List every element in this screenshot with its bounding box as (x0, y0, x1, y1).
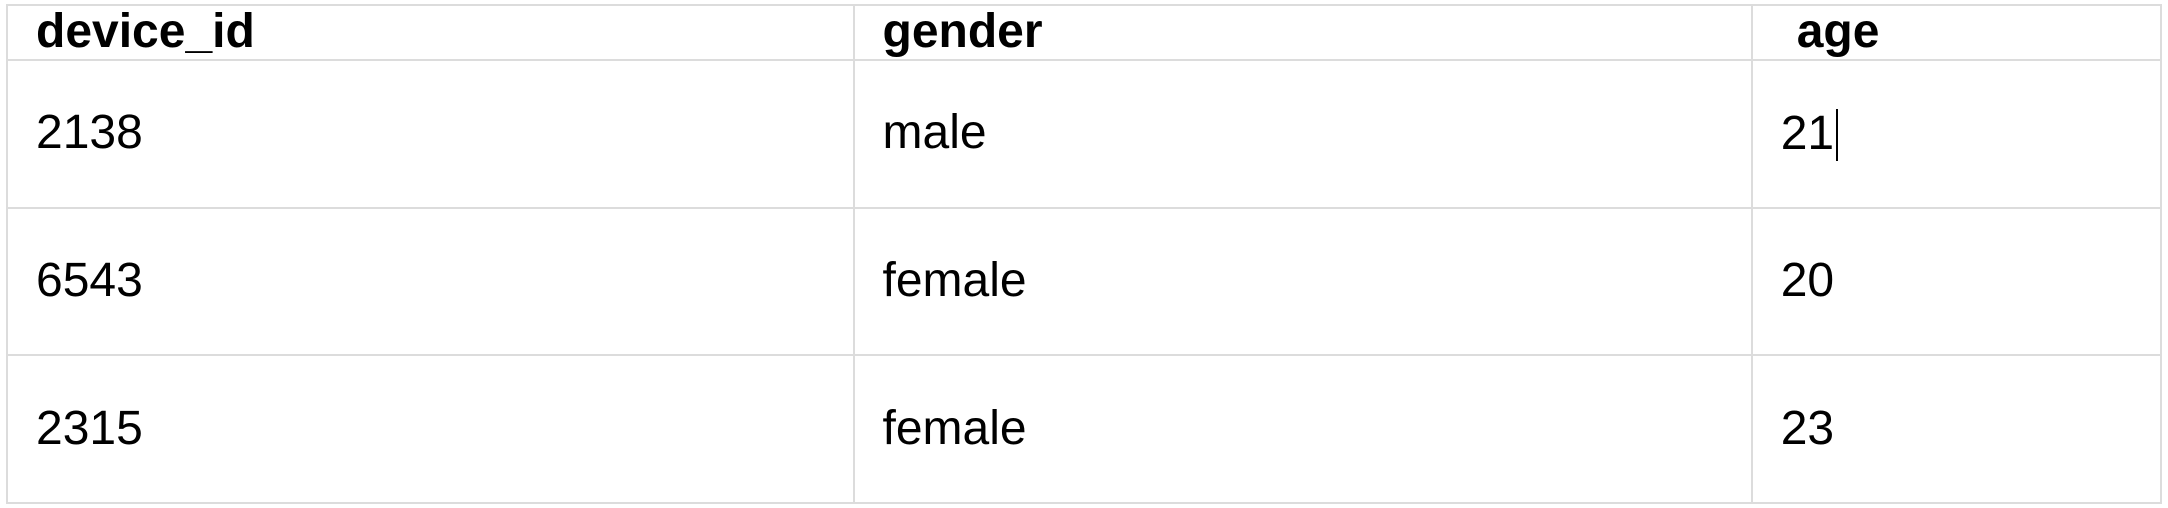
cell-age[interactable]: 21 (1752, 60, 2161, 208)
cell-gender[interactable]: female (854, 355, 1752, 503)
cell-device-id[interactable]: 2315 (7, 355, 854, 503)
table-container: device_id gender age 2138 male 21 6543 f… (0, 0, 2168, 508)
table-row: 6543 female 20 (7, 208, 2161, 356)
header-row: device_id gender age (7, 5, 2161, 60)
cell-age[interactable]: 23 (1752, 355, 2161, 503)
cell-device-id[interactable]: 2138 (7, 60, 854, 208)
col-header-gender: gender (854, 5, 1752, 60)
table-row: 2138 male 21 (7, 60, 2161, 208)
col-header-age: age (1752, 5, 2161, 60)
cell-age-value: 21 (1781, 108, 1834, 161)
cell-age[interactable]: 20 (1752, 208, 2161, 356)
cell-gender[interactable]: female (854, 208, 1752, 356)
cell-device-id[interactable]: 6543 (7, 208, 854, 356)
col-header-device-id: device_id (7, 5, 854, 60)
data-table: device_id gender age 2138 male 21 6543 f… (6, 4, 2162, 504)
table-row: 2315 female 23 (7, 355, 2161, 503)
text-caret (1836, 109, 1838, 161)
cell-gender[interactable]: male (854, 60, 1752, 208)
